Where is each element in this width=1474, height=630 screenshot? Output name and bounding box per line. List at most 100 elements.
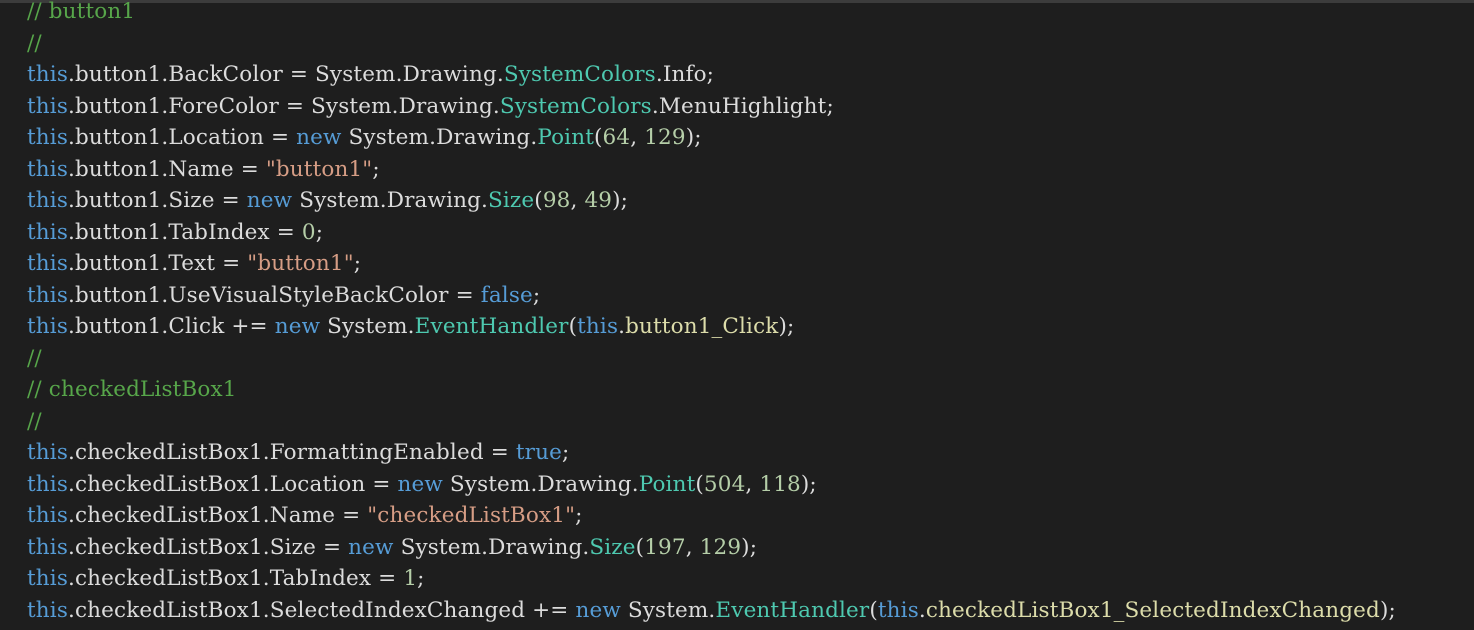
code-token: System.Drawing. xyxy=(292,188,489,213)
comment-token: // xyxy=(27,30,42,56)
code-line[interactable]: this.button1.ForeColor = System.Drawing.… xyxy=(27,91,834,122)
comment-token: // button1 xyxy=(27,0,136,24)
code-token: System.Drawing. xyxy=(442,471,639,497)
keyword-token: this xyxy=(27,440,68,465)
number-literal: 49 xyxy=(584,188,613,213)
code-line[interactable]: this.button1.Text = "button1"; xyxy=(27,248,361,279)
keyword-token: this xyxy=(27,471,68,497)
keyword-token: this xyxy=(27,219,68,245)
code-token: ); xyxy=(612,188,629,213)
code-token: .checkedListBox1.Name = xyxy=(68,503,368,528)
keyword-token: new xyxy=(274,314,321,339)
code-line[interactable]: this.button1.Location = new System.Drawi… xyxy=(27,122,702,153)
code-token: ; xyxy=(532,282,541,308)
code-editor[interactable]: // button1//this.button1.BackColor = Sys… xyxy=(0,0,1474,630)
code-token: ( xyxy=(869,597,878,623)
keyword-token: this xyxy=(27,282,68,308)
code-token: ; xyxy=(561,440,570,465)
code-token: System. xyxy=(620,597,716,623)
code-token: ( xyxy=(695,471,704,497)
code-token: .button1.Click += xyxy=(68,314,275,339)
code-token: ( xyxy=(635,534,645,560)
type-token: Point xyxy=(638,471,696,497)
keyword-token: true xyxy=(515,440,562,465)
code-token: ); xyxy=(778,314,795,339)
code-token: ); xyxy=(1379,597,1396,623)
code-token: , xyxy=(685,534,700,560)
code-line[interactable]: // xyxy=(27,343,42,374)
code-token: System.Drawing. xyxy=(341,125,538,150)
code-token: , xyxy=(570,188,585,213)
code-token: .checkedListBox1.SelectedIndexChanged += xyxy=(68,597,576,623)
type-token: EventHandler xyxy=(715,597,870,623)
keyword-token: this xyxy=(27,125,68,150)
number-literal: 64 xyxy=(602,125,631,150)
code-token: . xyxy=(918,597,926,623)
code-line[interactable]: this.checkedListBox1.TabIndex = 1; xyxy=(27,563,425,594)
code-token: ( xyxy=(594,125,603,150)
code-token: ); xyxy=(685,125,702,150)
number-literal: 129 xyxy=(699,534,742,560)
number-literal: 98 xyxy=(542,188,571,213)
code-token: .checkedListBox1.Size = xyxy=(68,534,349,560)
number-literal: 0 xyxy=(301,219,316,245)
code-token: ; xyxy=(353,251,362,276)
type-token: SystemColors xyxy=(503,62,656,87)
method-token: checkedListBox1_SelectedIndexChanged xyxy=(925,597,1380,623)
type-token: Size xyxy=(589,534,636,560)
code-line[interactable]: this.button1.BackColor = System.Drawing.… xyxy=(27,59,714,90)
keyword-token: false xyxy=(480,282,533,308)
code-token: ; xyxy=(417,566,425,591)
keyword-token: this xyxy=(27,93,68,119)
code-line[interactable]: // button1 xyxy=(27,0,135,27)
keyword-token: this xyxy=(27,188,68,213)
code-line[interactable]: this.checkedListBox1.Name = "checkedList… xyxy=(27,500,583,531)
keyword-token: this xyxy=(27,314,68,339)
code-token: .button1.Location = xyxy=(68,125,297,150)
code-token: .button1.BackColor = System.Drawing. xyxy=(68,62,504,87)
number-literal: 129 xyxy=(644,125,686,150)
code-line[interactable]: this.checkedListBox1.Size = new System.D… xyxy=(27,532,757,563)
type-token: Point xyxy=(537,125,594,150)
code-token: .checkedListBox1.TabIndex = xyxy=(68,566,404,591)
keyword-token: this xyxy=(27,534,68,560)
code-token: .MenuHighlight; xyxy=(651,93,834,119)
code-line[interactable]: // xyxy=(27,28,42,59)
code-token: .button1.Text = xyxy=(68,251,248,276)
keyword-token: this xyxy=(27,503,68,528)
code-token: .button1.UseVisualStyleBackColor = xyxy=(68,282,481,308)
code-line[interactable]: this.button1.Size = new System.Drawing.S… xyxy=(27,185,628,216)
number-literal: 504 xyxy=(703,471,746,497)
code-line[interactable]: // checkedListBox1 xyxy=(27,374,237,405)
keyword-token: new xyxy=(575,597,621,623)
keyword-token: this xyxy=(27,251,68,276)
code-line[interactable]: this.button1.TabIndex = 0; xyxy=(27,217,323,248)
code-token: .checkedListBox1.Location = xyxy=(68,471,398,497)
code-token: ); xyxy=(741,534,758,560)
keyword-token: this xyxy=(577,314,619,339)
code-token: ; xyxy=(372,156,380,182)
code-token: , xyxy=(630,125,645,150)
code-line[interactable]: this.button1.UseVisualStyleBackColor = f… xyxy=(27,280,540,311)
keyword-token: new xyxy=(348,534,394,560)
code-line[interactable]: this.checkedListBox1.SelectedIndexChange… xyxy=(27,595,1396,626)
keyword-token: this xyxy=(27,62,68,87)
code-token: ; xyxy=(575,503,583,528)
code-token: , xyxy=(745,471,760,497)
type-token: Size xyxy=(488,188,535,213)
code-token: .button1.TabIndex = xyxy=(68,219,302,245)
keyword-token: this xyxy=(27,597,68,623)
code-line[interactable]: this.button1.Name = "button1"; xyxy=(27,154,380,185)
code-token: .checkedListBox1.FormattingEnabled = xyxy=(68,440,516,465)
code-token: .button1.Size = xyxy=(68,188,247,213)
code-line[interactable]: this.checkedListBox1.Location = new Syst… xyxy=(27,469,817,500)
code-line[interactable]: this.checkedListBox1.FormattingEnabled =… xyxy=(27,437,569,468)
string-literal: "checkedListBox1" xyxy=(367,503,576,528)
keyword-token: new xyxy=(246,188,293,213)
code-line[interactable]: this.button1.Click += new System.EventHa… xyxy=(27,311,794,342)
code-token: ( xyxy=(568,314,578,339)
number-literal: 1 xyxy=(403,566,418,591)
comment-token: // xyxy=(27,345,42,371)
code-token: ( xyxy=(534,188,543,213)
code-line[interactable]: // xyxy=(27,406,42,437)
